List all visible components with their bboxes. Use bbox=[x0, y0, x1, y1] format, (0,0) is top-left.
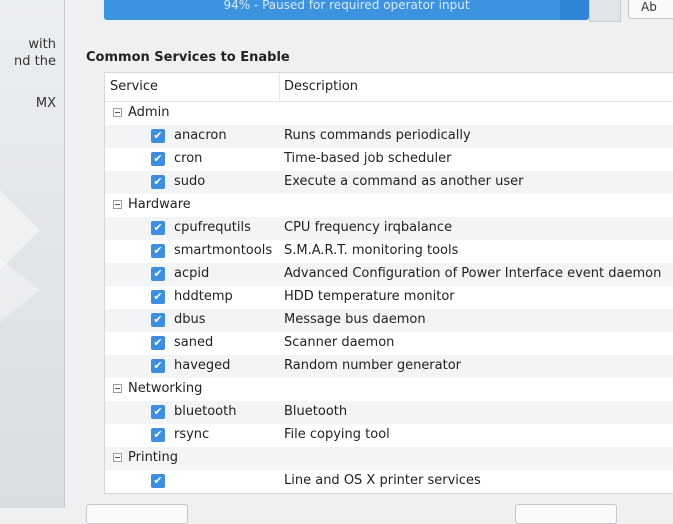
checkbox-checked-icon[interactable]: ✔ bbox=[151, 129, 165, 143]
service-row[interactable]: ✔ Line and OS X printer services bbox=[105, 470, 673, 493]
collapse-icon[interactable] bbox=[113, 384, 122, 393]
service-description: Advanced Configuration of Power Interfac… bbox=[284, 266, 662, 281]
service-description: S.M.A.R.T. monitoring tools bbox=[284, 243, 459, 258]
service-name: rsync bbox=[174, 427, 210, 442]
service-name: sudo bbox=[174, 174, 206, 189]
service-name: haveged bbox=[174, 358, 231, 373]
service-name: cpufrequtils bbox=[174, 220, 251, 235]
checkbox-checked-icon[interactable]: ✔ bbox=[151, 474, 165, 488]
service-description: Random number generator bbox=[284, 358, 462, 373]
column-separator bbox=[279, 73, 280, 101]
checkbox-checked-icon[interactable]: ✔ bbox=[151, 428, 165, 442]
group-label: Hardware bbox=[128, 197, 191, 212]
side-text-line: with bbox=[28, 37, 56, 52]
service-description: Time-based job scheduler bbox=[284, 151, 452, 166]
service-name: cron bbox=[174, 151, 203, 166]
service-row[interactable]: ✔ cron Time-based job scheduler bbox=[105, 148, 673, 171]
service-row[interactable]: ✔ hddtemp HDD temperature monitor bbox=[105, 286, 673, 309]
service-row[interactable]: ✔ dbus Message bus daemon bbox=[105, 309, 673, 332]
progress-track bbox=[589, 0, 621, 22]
service-name: bluetooth bbox=[174, 404, 237, 419]
checkbox-checked-icon[interactable]: ✔ bbox=[151, 267, 165, 281]
service-description: Bluetooth bbox=[284, 404, 348, 419]
side-text-line: nd the bbox=[14, 54, 56, 69]
service-description: Line and OS X printer services bbox=[284, 473, 481, 488]
abort-button[interactable]: Ab bbox=[628, 0, 673, 19]
install-progress-bar: 94% - Paused for required operator input bbox=[104, 0, 589, 20]
checkbox-checked-icon[interactable]: ✔ bbox=[151, 313, 165, 327]
service-name: smartmontools bbox=[174, 243, 273, 258]
service-name: dbus bbox=[174, 312, 206, 327]
group-row-hardware[interactable]: Hardware bbox=[105, 194, 673, 217]
group-row-networking[interactable]: Networking bbox=[105, 378, 673, 401]
service-description: Execute a command as another user bbox=[284, 174, 524, 189]
service-name: hddtemp bbox=[174, 289, 233, 304]
service-row[interactable]: ✔ smartmontools S.M.A.R.T. monitoring tool… bbox=[105, 240, 673, 263]
service-description: CPU frequency irqbalance bbox=[284, 220, 453, 235]
service-row[interactable]: ✔ acpid Advanced Configuration of Power In… bbox=[105, 263, 673, 286]
collapse-icon[interactable] bbox=[113, 200, 122, 209]
decorative-shape bbox=[0, 250, 40, 330]
checkbox-checked-icon[interactable]: ✔ bbox=[151, 359, 165, 373]
service-row[interactable]: ✔ bluetooth Bluetooth bbox=[105, 401, 673, 424]
service-row[interactable]: ✔ saned Scanner daemon bbox=[105, 332, 673, 355]
back-button[interactable] bbox=[86, 504, 188, 524]
group-label: Admin bbox=[128, 105, 170, 120]
service-name: saned bbox=[174, 335, 214, 350]
services-table[interactable]: Service Description Admin ✔ anacron Runs co… bbox=[104, 72, 673, 494]
service-row[interactable]: ✔ haveged Random number generator bbox=[105, 355, 673, 378]
next-button[interactable] bbox=[515, 504, 617, 524]
group-row-admin[interactable]: Admin bbox=[105, 102, 673, 125]
service-name: anacron bbox=[174, 128, 227, 143]
group-row-printing[interactable]: Printing bbox=[105, 447, 673, 470]
collapse-icon[interactable] bbox=[113, 108, 122, 117]
service-row[interactable]: ✔ rsync File copying tool bbox=[105, 424, 673, 447]
service-row[interactable]: ✔ sudo Execute a command as another user bbox=[105, 171, 673, 194]
checkbox-checked-icon[interactable]: ✔ bbox=[151, 152, 165, 166]
checkbox-checked-icon[interactable]: ✔ bbox=[151, 336, 165, 350]
side-text-line: MX bbox=[35, 96, 56, 111]
column-header-description[interactable]: Description bbox=[284, 79, 358, 94]
service-description: Runs commands periodically bbox=[284, 128, 471, 143]
section-title: Common Services to Enable bbox=[86, 50, 290, 65]
group-label: Networking bbox=[128, 381, 203, 396]
table-header: Service Description bbox=[105, 73, 673, 102]
service-name: acpid bbox=[174, 266, 210, 281]
checkbox-checked-icon[interactable]: ✔ bbox=[151, 405, 165, 419]
checkbox-checked-icon[interactable]: ✔ bbox=[151, 175, 165, 189]
group-label: Printing bbox=[128, 450, 179, 465]
checkbox-checked-icon[interactable]: ✔ bbox=[151, 221, 165, 235]
collapse-icon[interactable] bbox=[113, 453, 122, 462]
service-row[interactable]: ✔ cpufrequtils CPU frequency irqbalance bbox=[105, 217, 673, 240]
column-header-service[interactable]: Service bbox=[110, 79, 158, 94]
checkbox-checked-icon[interactable]: ✔ bbox=[151, 244, 165, 258]
side-panel: with nd the MX bbox=[0, 0, 65, 508]
checkbox-checked-icon[interactable]: ✔ bbox=[151, 290, 165, 304]
service-description: File copying tool bbox=[284, 427, 390, 442]
service-row[interactable]: ✔ anacron Runs commands periodically bbox=[105, 125, 673, 148]
service-description: Scanner daemon bbox=[284, 335, 395, 350]
service-description: HDD temperature monitor bbox=[284, 289, 455, 304]
progress-text: 94% - Paused for required operator input bbox=[223, 0, 470, 12]
service-description: Message bus daemon bbox=[284, 312, 426, 327]
